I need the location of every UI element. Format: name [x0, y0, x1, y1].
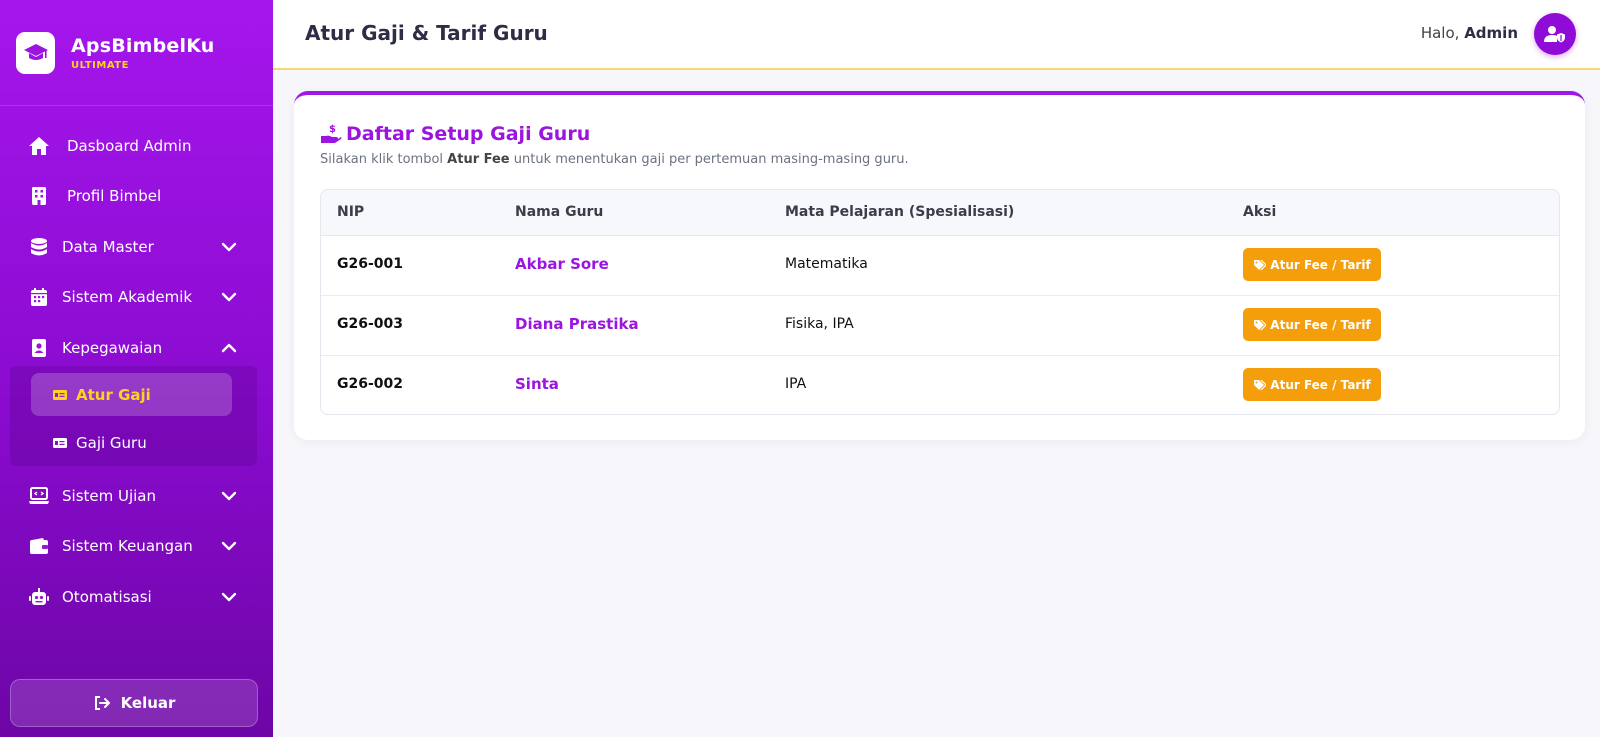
sign-out-icon — [94, 696, 110, 710]
sidebar-item-label: Sistem Akademik — [62, 288, 193, 306]
hand-holding-dollar-icon: $ — [321, 124, 342, 143]
sidebar-item-akademik[interactable]: Sistem Akademik — [0, 277, 273, 317]
sidebar-item-data-master[interactable]: Data Master — [0, 227, 273, 267]
user-name: Admin — [1464, 24, 1518, 42]
submenu-item-atur-gaji[interactable]: Atur Gaji — [31, 373, 232, 416]
sidebar-item-profil[interactable]: Profil Bimbel — [0, 176, 273, 216]
brand-name: ApsBimbelKu — [71, 34, 215, 57]
sidebar-item-keuangan[interactable]: Sistem Keuangan — [0, 526, 273, 566]
chevron-up-icon — [221, 343, 237, 353]
salary-setup-card: $ Daftar Setup Gaji Guru Silakan klik to… — [294, 91, 1585, 440]
submenu-item-label: Gaji Guru — [76, 433, 147, 452]
desc-text: Silakan klik tombol — [320, 152, 444, 167]
id-badge-icon — [28, 337, 50, 359]
chevron-down-icon — [221, 292, 237, 302]
wallet-icon — [28, 535, 50, 557]
brand-subtitle: ULTIMATE — [71, 59, 129, 71]
logout-label: Keluar — [120, 694, 176, 712]
cell-nama[interactable]: Akbar Sore — [515, 255, 609, 273]
sidebar-item-kepegawaian[interactable]: Kepegawaian — [0, 328, 273, 368]
submenu-item-gaji-guru[interactable]: Gaji Guru — [31, 421, 232, 464]
greeting-text: Halo, — [1420, 24, 1460, 42]
column-header-mapel: Mata Pelajaran (Spesialisasi) — [785, 204, 1015, 220]
svg-text:$: $ — [329, 124, 336, 135]
sidebar-item-label: Data Master — [62, 238, 154, 256]
cell-mapel: IPA — [785, 376, 807, 392]
brand[interactable]: ApsBimbelKu ULTIMATE — [0, 0, 273, 106]
table-row: G26-002 Sinta IPA Atur Fee / Tarif — [321, 356, 1559, 414]
sidebar-item-label: Kepegawaian — [62, 339, 163, 357]
page-title: Atur Gaji & Tarif Guru — [305, 21, 548, 45]
chevron-down-icon — [221, 592, 237, 602]
sidebar-item-label: Sistem Keuangan — [62, 537, 193, 555]
sidebar-item-label: Dasboard Admin — [67, 137, 192, 155]
chevron-down-icon — [221, 491, 237, 501]
atur-fee-button[interactable]: Atur Fee / Tarif — [1243, 308, 1381, 341]
chevron-down-icon — [221, 242, 237, 252]
cell-nip: G26-003 — [337, 316, 404, 332]
graduation-cap-icon — [16, 31, 55, 74]
sidebar-item-label: Otomatisasi — [62, 588, 152, 606]
cell-mapel: Matematika — [785, 256, 868, 272]
sidebar-item-dashboard[interactable]: Dasboard Admin — [0, 126, 273, 166]
cell-nama[interactable]: Sinta — [515, 375, 559, 393]
column-header-nip: NIP — [337, 204, 365, 220]
sidebar-item-otomatisasi[interactable]: Otomatisasi — [0, 577, 273, 617]
column-header-aksi: Aksi — [1243, 204, 1277, 220]
building-icon — [28, 185, 50, 207]
tags-icon — [1254, 259, 1267, 270]
tags-icon — [1254, 319, 1267, 330]
table-row: G26-003 Diana Prastika Fisika, IPA Atur … — [321, 296, 1559, 356]
robot-icon — [28, 586, 50, 608]
avatar[interactable] — [1534, 13, 1576, 55]
user-shield-icon — [1544, 26, 1565, 43]
logout-button[interactable]: Keluar — [10, 679, 258, 727]
home-icon — [28, 135, 50, 157]
card-title: $ Daftar Setup Gaji Guru — [320, 123, 590, 145]
atur-fee-label: Atur Fee / Tarif — [1270, 257, 1371, 272]
chevron-down-icon — [221, 541, 237, 551]
column-header-nama: Nama Guru — [515, 204, 604, 220]
table-header: NIP Nama Guru Mata Pelajaran (Spesialisa… — [321, 190, 1559, 236]
calendar-icon — [28, 286, 50, 308]
money-card-icon — [53, 437, 67, 448]
cell-nip: G26-002 — [337, 376, 404, 392]
card-title-text: Daftar Setup Gaji Guru — [346, 123, 591, 145]
money-card-icon — [53, 389, 67, 400]
atur-fee-button[interactable]: Atur Fee / Tarif — [1243, 368, 1381, 401]
cell-mapel: Fisika, IPA — [785, 316, 854, 332]
sidebar-item-label: Sistem Ujian — [62, 487, 157, 505]
sidebar-item-label: Profil Bimbel — [67, 187, 162, 205]
desc-bold: Atur Fee — [447, 152, 510, 167]
submenu-item-label: Atur Gaji — [76, 385, 151, 404]
table-row: G26-001 Akbar Sore Matematika Atur Fee /… — [321, 236, 1559, 296]
atur-fee-button[interactable]: Atur Fee / Tarif — [1243, 248, 1381, 281]
sidebar-item-ujian[interactable]: Sistem Ujian — [0, 476, 273, 516]
desc-text: untuk menentukan gaji per pertemuan masi… — [513, 152, 909, 167]
sidebar: ApsBimbelKu ULTIMATE Dasboard Admin Prof… — [0, 0, 273, 737]
cell-nama[interactable]: Diana Prastika — [515, 315, 639, 333]
topbar: Atur Gaji & Tarif Guru Halo, Admin — [273, 0, 1600, 70]
database-icon — [28, 236, 50, 258]
atur-fee-label: Atur Fee / Tarif — [1270, 377, 1371, 392]
laptop-code-icon — [28, 485, 50, 507]
cell-nip: G26-001 — [337, 256, 404, 272]
user-greeting: Halo, Admin — [1421, 24, 1518, 42]
tags-icon — [1254, 379, 1267, 390]
card-description: Silakan klik tombol Atur Fee untuk menen… — [320, 152, 909, 167]
teacher-table: NIP Nama Guru Mata Pelajaran (Spesialisa… — [320, 189, 1560, 415]
atur-fee-label: Atur Fee / Tarif — [1270, 317, 1371, 332]
